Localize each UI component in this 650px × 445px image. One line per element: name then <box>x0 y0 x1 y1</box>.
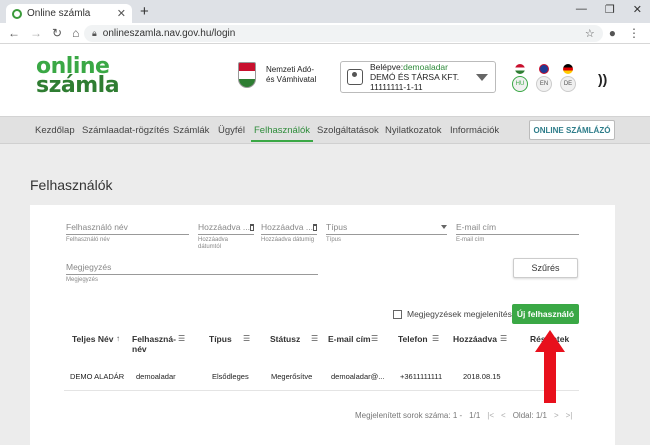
rss-icon[interactable]: )) <box>598 71 607 87</box>
lock-icon: 🔒︎ <box>92 27 97 38</box>
first-page-icon[interactable]: |< <box>487 411 494 420</box>
sort-lines-icon[interactable]: ☰ <box>432 334 439 343</box>
main-menu: Kezdőlap Számlaadat-rögzítés Számlák Ügy… <box>0 116 650 144</box>
bookmark-star-icon[interactable]: ☆ <box>585 27 595 40</box>
tab-close-icon[interactable]: ✕ <box>117 7 126 20</box>
maximize-icon[interactable]: ❐ <box>605 3 615 16</box>
tab-title: Online számla <box>27 8 91 19</box>
red-arrow-annotation-icon <box>535 330 565 403</box>
calendar-icon[interactable] <box>249 223 254 231</box>
column-header-added[interactable]: Hozzáadva <box>453 334 497 344</box>
sort-lines-icon[interactable]: ☰ <box>500 334 507 343</box>
british-flag-icon <box>539 64 549 74</box>
sort-lines-icon[interactable]: ☰ <box>178 334 185 343</box>
column-header-status[interactable]: Státusz <box>270 334 300 344</box>
chevron-down-icon[interactable] <box>476 73 488 81</box>
username-filter[interactable]: Felhasználó név Felhasználó név <box>66 222 189 244</box>
menu-item-home[interactable]: Kezdőlap <box>35 125 75 136</box>
minimize-icon[interactable]: — <box>576 3 587 16</box>
tax-number: 11111111-1-11 <box>370 82 423 92</box>
dropdown-arrow-icon[interactable] <box>441 225 447 229</box>
added-from-filter[interactable]: Hozzáadva ... Hozzáadva dátumtól <box>198 222 254 251</box>
menu-item-client[interactable]: Ügyfél <box>218 125 245 136</box>
url-text: onlineszamla.nav.gov.hu/login <box>102 27 236 39</box>
nav-buttons: ← → ↻ ⌂ <box>8 26 80 40</box>
cell-full-name: DEMO ALADÁR <box>70 372 125 381</box>
language-de[interactable]: DE <box>560 64 576 92</box>
sort-arrow-up-icon[interactable]: ↑ <box>116 334 120 343</box>
language-en[interactable]: EN <box>536 64 552 92</box>
browser-tabbar: Online számla ✕ + — ❐ ✕ <box>0 0 650 23</box>
sort-lines-icon[interactable]: ☰ <box>311 334 318 343</box>
site-header: online számla Nemzeti Adó- és Vámhivatal… <box>0 44 650 116</box>
menu-item-services[interactable]: Szolgáltatások <box>317 125 379 136</box>
nav-agency-logo: Nemzeti Adó- és Vámhivatal <box>238 62 316 88</box>
users-card: Felhasználó név Felhasználó név Hozzáadv… <box>30 205 615 445</box>
window-controls: — ❐ ✕ <box>576 3 642 16</box>
pagination: Megjelenített sorok száma: 1 - 1/1 |< < … <box>355 411 573 420</box>
address-bar: ← → ↻ ⌂ 🔒︎ onlineszamla.nav.gov.hu/login… <box>0 23 650 44</box>
cell-added: 2018.08.15 <box>463 372 501 381</box>
user-selector[interactable]: Belépve:demoaladar DEMÓ ÉS TÁRSA KFT. 11… <box>340 61 496 93</box>
browser-menu-icon[interactable]: ⋮ <box>628 26 640 40</box>
table-row-divider <box>64 390 579 391</box>
menu-item-declarations[interactable]: Nyilatkozatok <box>385 125 442 136</box>
company-name: DEMÓ ÉS TÁRSA KFT. <box>370 72 460 82</box>
cell-username: demoaladar <box>136 372 176 381</box>
home-icon[interactable]: ⌂ <box>72 26 79 40</box>
next-page-icon[interactable]: > <box>554 411 559 420</box>
site-favicon-icon <box>12 8 22 19</box>
sort-lines-icon[interactable]: ☰ <box>243 334 250 343</box>
prev-page-icon[interactable]: < <box>501 411 506 420</box>
last-page-icon[interactable]: >| <box>566 411 573 420</box>
show-notes-toggle[interactable]: Megjegyzések megjelenítése <box>393 309 517 319</box>
filter-button[interactable]: Szűrés <box>513 258 578 278</box>
show-notes-checkbox[interactable] <box>393 309 402 319</box>
online-invoicer-button[interactable]: ONLINE SZÁMLÁZÓ <box>529 120 615 140</box>
menu-item-invoices[interactable]: Számlák <box>173 125 209 136</box>
german-flag-icon <box>563 64 573 74</box>
forward-icon[interactable]: → <box>30 26 42 40</box>
user-card-icon <box>347 69 363 85</box>
online-szamla-logo[interactable]: online számla <box>36 56 120 97</box>
coat-of-arms-icon <box>238 62 256 88</box>
cell-email: demoaladar@... <box>331 372 385 381</box>
browser-actions: ● ⋮ <box>609 26 640 40</box>
back-icon[interactable]: ← <box>8 26 20 40</box>
language-hu[interactable]: HU <box>512 64 528 92</box>
new-user-button[interactable]: Új felhasználó <box>512 304 579 324</box>
cell-type: Elsődleges <box>212 372 249 381</box>
column-header-phone[interactable]: Telefon <box>398 334 428 344</box>
column-header-type[interactable]: Típus <box>209 334 232 344</box>
email-filter[interactable]: E-mail cím E-mail cím <box>456 222 579 244</box>
menu-item-information[interactable]: Információk <box>450 125 499 136</box>
cell-status: Megerősítve <box>271 372 313 381</box>
type-filter[interactable]: Típus Típus <box>326 222 447 244</box>
hungarian-flag-icon <box>515 64 525 74</box>
user-name: demoaladar <box>403 62 448 72</box>
profile-icon[interactable]: ● <box>609 26 616 40</box>
added-to-filter[interactable]: Hozzáadva ... Hozzáadva dátumig <box>261 222 317 244</box>
sort-lines-icon[interactable]: ☰ <box>371 334 378 343</box>
menu-item-users[interactable]: Felhasználók <box>251 125 313 142</box>
note-filter[interactable]: Megjegyzés Megjegyzés <box>66 262 318 284</box>
browser-tab[interactable]: Online számla ✕ <box>6 4 132 23</box>
menu-item-invoice-entry[interactable]: Számlaadat-rögzítés <box>82 125 169 136</box>
window-close-icon[interactable]: ✕ <box>633 3 642 16</box>
calendar-icon[interactable] <box>312 223 317 231</box>
page-title: Felhasználók <box>30 177 113 193</box>
language-switcher: HU EN DE <box>512 64 576 92</box>
column-header-full-name[interactable]: Teljes Név <box>72 334 113 344</box>
column-header-username[interactable]: Felhaszná- név <box>132 334 176 354</box>
reload-icon[interactable]: ↻ <box>52 26 62 40</box>
cell-phone: +3611111111 <box>400 372 443 381</box>
url-field[interactable]: 🔒︎ onlineszamla.nav.gov.hu/login ☆ <box>84 24 603 42</box>
column-header-email[interactable]: E-mail cím <box>328 334 371 344</box>
new-tab-icon[interactable]: + <box>140 3 149 20</box>
